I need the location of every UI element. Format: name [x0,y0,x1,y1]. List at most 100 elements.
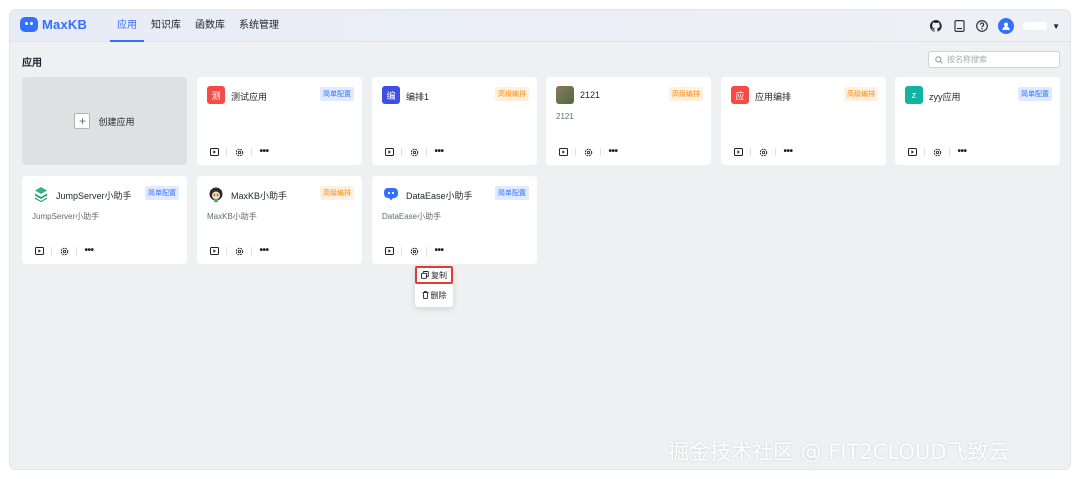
app-card[interactable]: z zyy应用 简单配置 ••• [895,77,1060,165]
user-avatar[interactable] [998,18,1015,34]
play-icon[interactable] [207,146,221,158]
app-type-tag: 高级编排 [669,87,703,101]
document-icon[interactable] [952,19,966,33]
app-name: 应用编排 [755,92,792,102]
app-actions: ••• [207,146,271,158]
more-icon[interactable]: ••• [432,245,446,257]
app-name: 2121 [580,90,601,100]
delete-menu-item[interactable]: 删除 [415,286,453,304]
divider [426,247,427,255]
divider [226,148,227,156]
app-actions: ••• [32,245,96,257]
create-app-card[interactable]: + 创建应用 [22,77,187,165]
nav-item-functions[interactable]: 函数库 [188,10,232,42]
settings-icon[interactable] [57,245,71,257]
more-icon[interactable]: ••• [781,146,795,158]
trash-icon [422,291,428,299]
app-type-tag: 简单配置 [1018,87,1052,101]
app-type-tag: 简单配置 [495,186,529,200]
app-actions: ••• [905,146,969,158]
nav-item-apps[interactable]: 应用 [110,10,144,42]
more-icon[interactable]: ••• [606,146,620,158]
app-description: DataEase小助手 [382,212,442,221]
app-card[interactable]: 编 编排1 高级编排 ••• [372,77,537,165]
app-card[interactable]: 应 应用编排 高级编排 ••• [721,77,886,165]
more-icon[interactable]: ••• [82,245,96,257]
nav-item-system[interactable]: 系统管理 [232,10,286,42]
app-description: JumpServer小助手 [32,212,100,221]
app-name: JumpServer小助手 [56,191,132,201]
search-input[interactable] [947,55,1057,64]
settings-icon[interactable] [581,146,595,158]
divider [750,148,751,156]
app-type-tag: 高级编排 [495,87,529,101]
copy-label: 复制 [431,270,447,280]
app-icon: 应 [731,86,749,104]
app-name: MaxKB小助手 [231,191,288,201]
main-nav: 应用 知识库 函数库 系统管理 [110,10,286,42]
delete-label: 删除 [430,290,447,300]
app-card[interactable]: JumpServer小助手 简单配置 JumpServer小助手 ••• [22,176,187,264]
divider [924,148,925,156]
app-actions: ••• [556,146,620,158]
play-icon[interactable] [382,245,396,257]
settings-icon[interactable] [930,146,944,158]
jumpserver-logo-icon [32,185,50,203]
divider [426,148,427,156]
play-icon[interactable] [556,146,570,158]
app-type-tag: 简单配置 [320,87,354,101]
app-description: 2121 [556,112,574,121]
settings-icon[interactable] [756,146,770,158]
play-icon[interactable] [905,146,919,158]
help-icon[interactable] [975,19,989,33]
app-name: zyy应用 [929,92,961,102]
logo[interactable]: MaxKB [20,17,87,32]
maxkb-logo-icon [20,17,38,32]
watermark: 掘金技术社区 @ FIT2CLOUD飞致云 [668,440,1010,464]
chevron-down-icon[interactable]: ▼ [1052,22,1060,31]
app-name: 测试应用 [231,92,268,102]
play-icon[interactable] [382,146,396,158]
play-icon[interactable] [207,245,221,257]
copy-menu-item[interactable]: 复制 [415,266,453,284]
app-type-tag: 简单配置 [145,186,179,200]
app-card[interactable]: DataEase小助手 简单配置 DataEase小助手 ••• [372,176,537,264]
settings-icon[interactable] [232,245,246,257]
more-icon[interactable]: ••• [257,146,271,158]
app-photo-icon [556,86,574,104]
search-icon [935,55,943,64]
divider [600,148,601,156]
app-icon: z [905,86,923,104]
more-icon[interactable]: ••• [432,146,446,158]
app-type-tag: 高级编排 [320,186,354,200]
app-actions: ••• [382,146,446,158]
divider [251,247,252,255]
divider [51,247,52,255]
app-description: MaxKB小助手 [207,212,257,221]
app-window: MaxKB 应用 知识库 函数库 系统管理 ▼ 应用 按名称搜索 + 创建应用 … [10,10,1070,469]
app-actions: ••• [207,245,271,257]
divider [251,148,252,156]
settings-icon[interactable] [232,146,246,158]
username-redacted[interactable] [1023,22,1048,30]
github-icon[interactable] [929,19,943,33]
nav-item-knowledge[interactable]: 知识库 [144,10,188,42]
top-bar: MaxKB 应用 知识库 函数库 系统管理 ▼ [10,10,1070,42]
settings-icon[interactable] [407,146,421,158]
divider [575,148,576,156]
app-icon: 测 [207,86,225,104]
app-card[interactable]: 2121 高级编排 2121 ••• [546,77,711,165]
divider [226,247,227,255]
more-icon[interactable]: ••• [955,146,969,158]
play-icon[interactable] [731,146,745,158]
play-icon[interactable] [32,245,46,257]
app-name: DataEase小助手 [406,191,473,201]
brand-name: MaxKB [42,17,88,32]
app-card[interactable]: 测 测试应用 简单配置 ••• [197,77,362,165]
divider [775,148,776,156]
app-card[interactable]: MaxKB小助手 高级编排 MaxKB小助手 ••• [197,176,362,264]
more-icon[interactable]: ••• [257,245,271,257]
settings-icon[interactable] [407,245,421,257]
search-box[interactable] [928,51,1060,68]
divider [949,148,950,156]
